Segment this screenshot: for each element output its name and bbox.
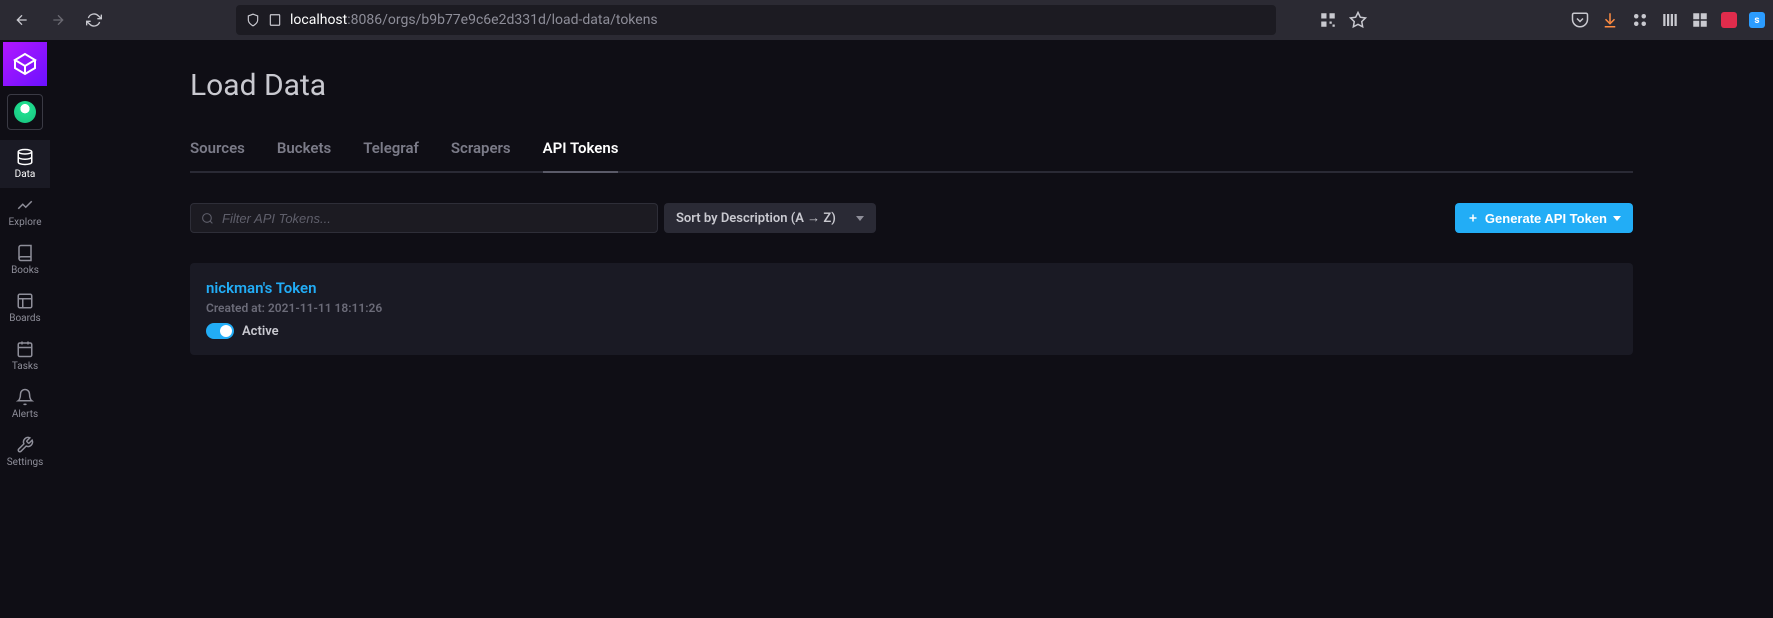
token-created: Created at: 2021-11-11 18:11:26 [206, 301, 1617, 315]
pocket-icon[interactable] [1571, 11, 1589, 29]
toolbar: Sort by Description (A → Z) Generate API… [190, 203, 1633, 233]
token-status-row: Active [206, 323, 1617, 339]
wrench-icon [16, 436, 34, 454]
sidebar-item-label: Tasks [12, 361, 38, 372]
tab-scrapers[interactable]: Scrapers [451, 139, 511, 173]
explore-icon [16, 196, 34, 214]
token-name[interactable]: nickman's Token [206, 279, 1617, 297]
database-icon [16, 148, 34, 166]
sort-label: Sort by Description (A → Z) [676, 210, 836, 226]
url-text: localhost:8086/orgs/b9b77e9c6e2d331d/loa… [290, 12, 658, 28]
sidebar-item-label: Alerts [12, 409, 38, 420]
tab-telegraf[interactable]: Telegraf [363, 139, 419, 173]
chevron-down-icon [1613, 216, 1621, 221]
sidebar-item-books[interactable]: Books [0, 236, 50, 284]
reload-button[interactable] [80, 6, 108, 34]
app-logo[interactable] [3, 42, 47, 86]
search-wrap [190, 203, 658, 233]
sidebar-item-label: Boards [9, 313, 40, 324]
active-toggle[interactable] [206, 323, 234, 339]
book-icon [16, 244, 34, 262]
search-input[interactable] [222, 211, 647, 226]
bell-icon [16, 388, 34, 406]
sidebar-item-settings[interactable]: Settings [0, 428, 50, 476]
sidebar-item-explore[interactable]: Explore [0, 188, 50, 236]
user-avatar[interactable] [7, 94, 43, 130]
app: Data Explore Books Boards Tasks Alerts S… [0, 40, 1773, 618]
sidebar-item-tasks[interactable]: Tasks [0, 332, 50, 380]
token-card[interactable]: nickman's Token Created at: 2021-11-11 1… [190, 263, 1633, 355]
toggle-label: Active [242, 324, 279, 339]
sidebar-item-data[interactable]: Data [0, 140, 50, 188]
forward-button[interactable] [44, 6, 72, 34]
sidebar-item-label: Books [11, 265, 39, 276]
grid-icon[interactable] [1691, 11, 1709, 29]
calendar-icon [16, 340, 34, 358]
sidebar-item-label: Data [15, 169, 36, 180]
sidebar-item-boards[interactable]: Boards [0, 284, 50, 332]
tab-buckets[interactable]: Buckets [277, 139, 331, 173]
generate-label: Generate API Token [1485, 211, 1607, 226]
sidebar: Data Explore Books Boards Tasks Alerts S… [0, 40, 50, 618]
download-icon[interactable] [1601, 11, 1619, 29]
back-button[interactable] [8, 6, 36, 34]
page-title: Load Data [190, 68, 1633, 103]
main-content: Load Data Sources Buckets Telegraf Scrap… [50, 40, 1773, 618]
star-icon[interactable] [1349, 11, 1367, 29]
tab-sources[interactable]: Sources [190, 139, 245, 173]
avatar-icon [14, 101, 36, 123]
sidebar-item-label: Settings [7, 457, 44, 468]
bars-icon[interactable] [1661, 11, 1679, 29]
browser-chrome: localhost:8086/orgs/b9b77e9c6e2d331d/loa… [0, 0, 1773, 40]
qr-icon[interactable] [1319, 11, 1337, 29]
tab-api-tokens[interactable]: API Tokens [543, 139, 619, 173]
search-icon [201, 212, 214, 225]
page-icon [268, 13, 282, 27]
generate-token-button[interactable]: Generate API Token [1455, 203, 1633, 233]
blue-badge-icon[interactable]: s [1749, 12, 1765, 28]
plus-icon [1467, 212, 1479, 224]
sort-dropdown[interactable]: Sort by Description (A → Z) [664, 203, 876, 233]
red-badge-icon[interactable] [1721, 12, 1737, 28]
sidebar-item-label: Explore [9, 217, 42, 228]
url-bar[interactable]: localhost:8086/orgs/b9b77e9c6e2d331d/loa… [236, 5, 1276, 35]
chrome-right: s [1319, 11, 1765, 29]
tabs: Sources Buckets Telegraf Scrapers API To… [190, 139, 1633, 173]
extension-icon[interactable] [1631, 11, 1649, 29]
boards-icon [16, 292, 34, 310]
shield-icon [246, 13, 260, 27]
sidebar-item-alerts[interactable]: Alerts [0, 380, 50, 428]
